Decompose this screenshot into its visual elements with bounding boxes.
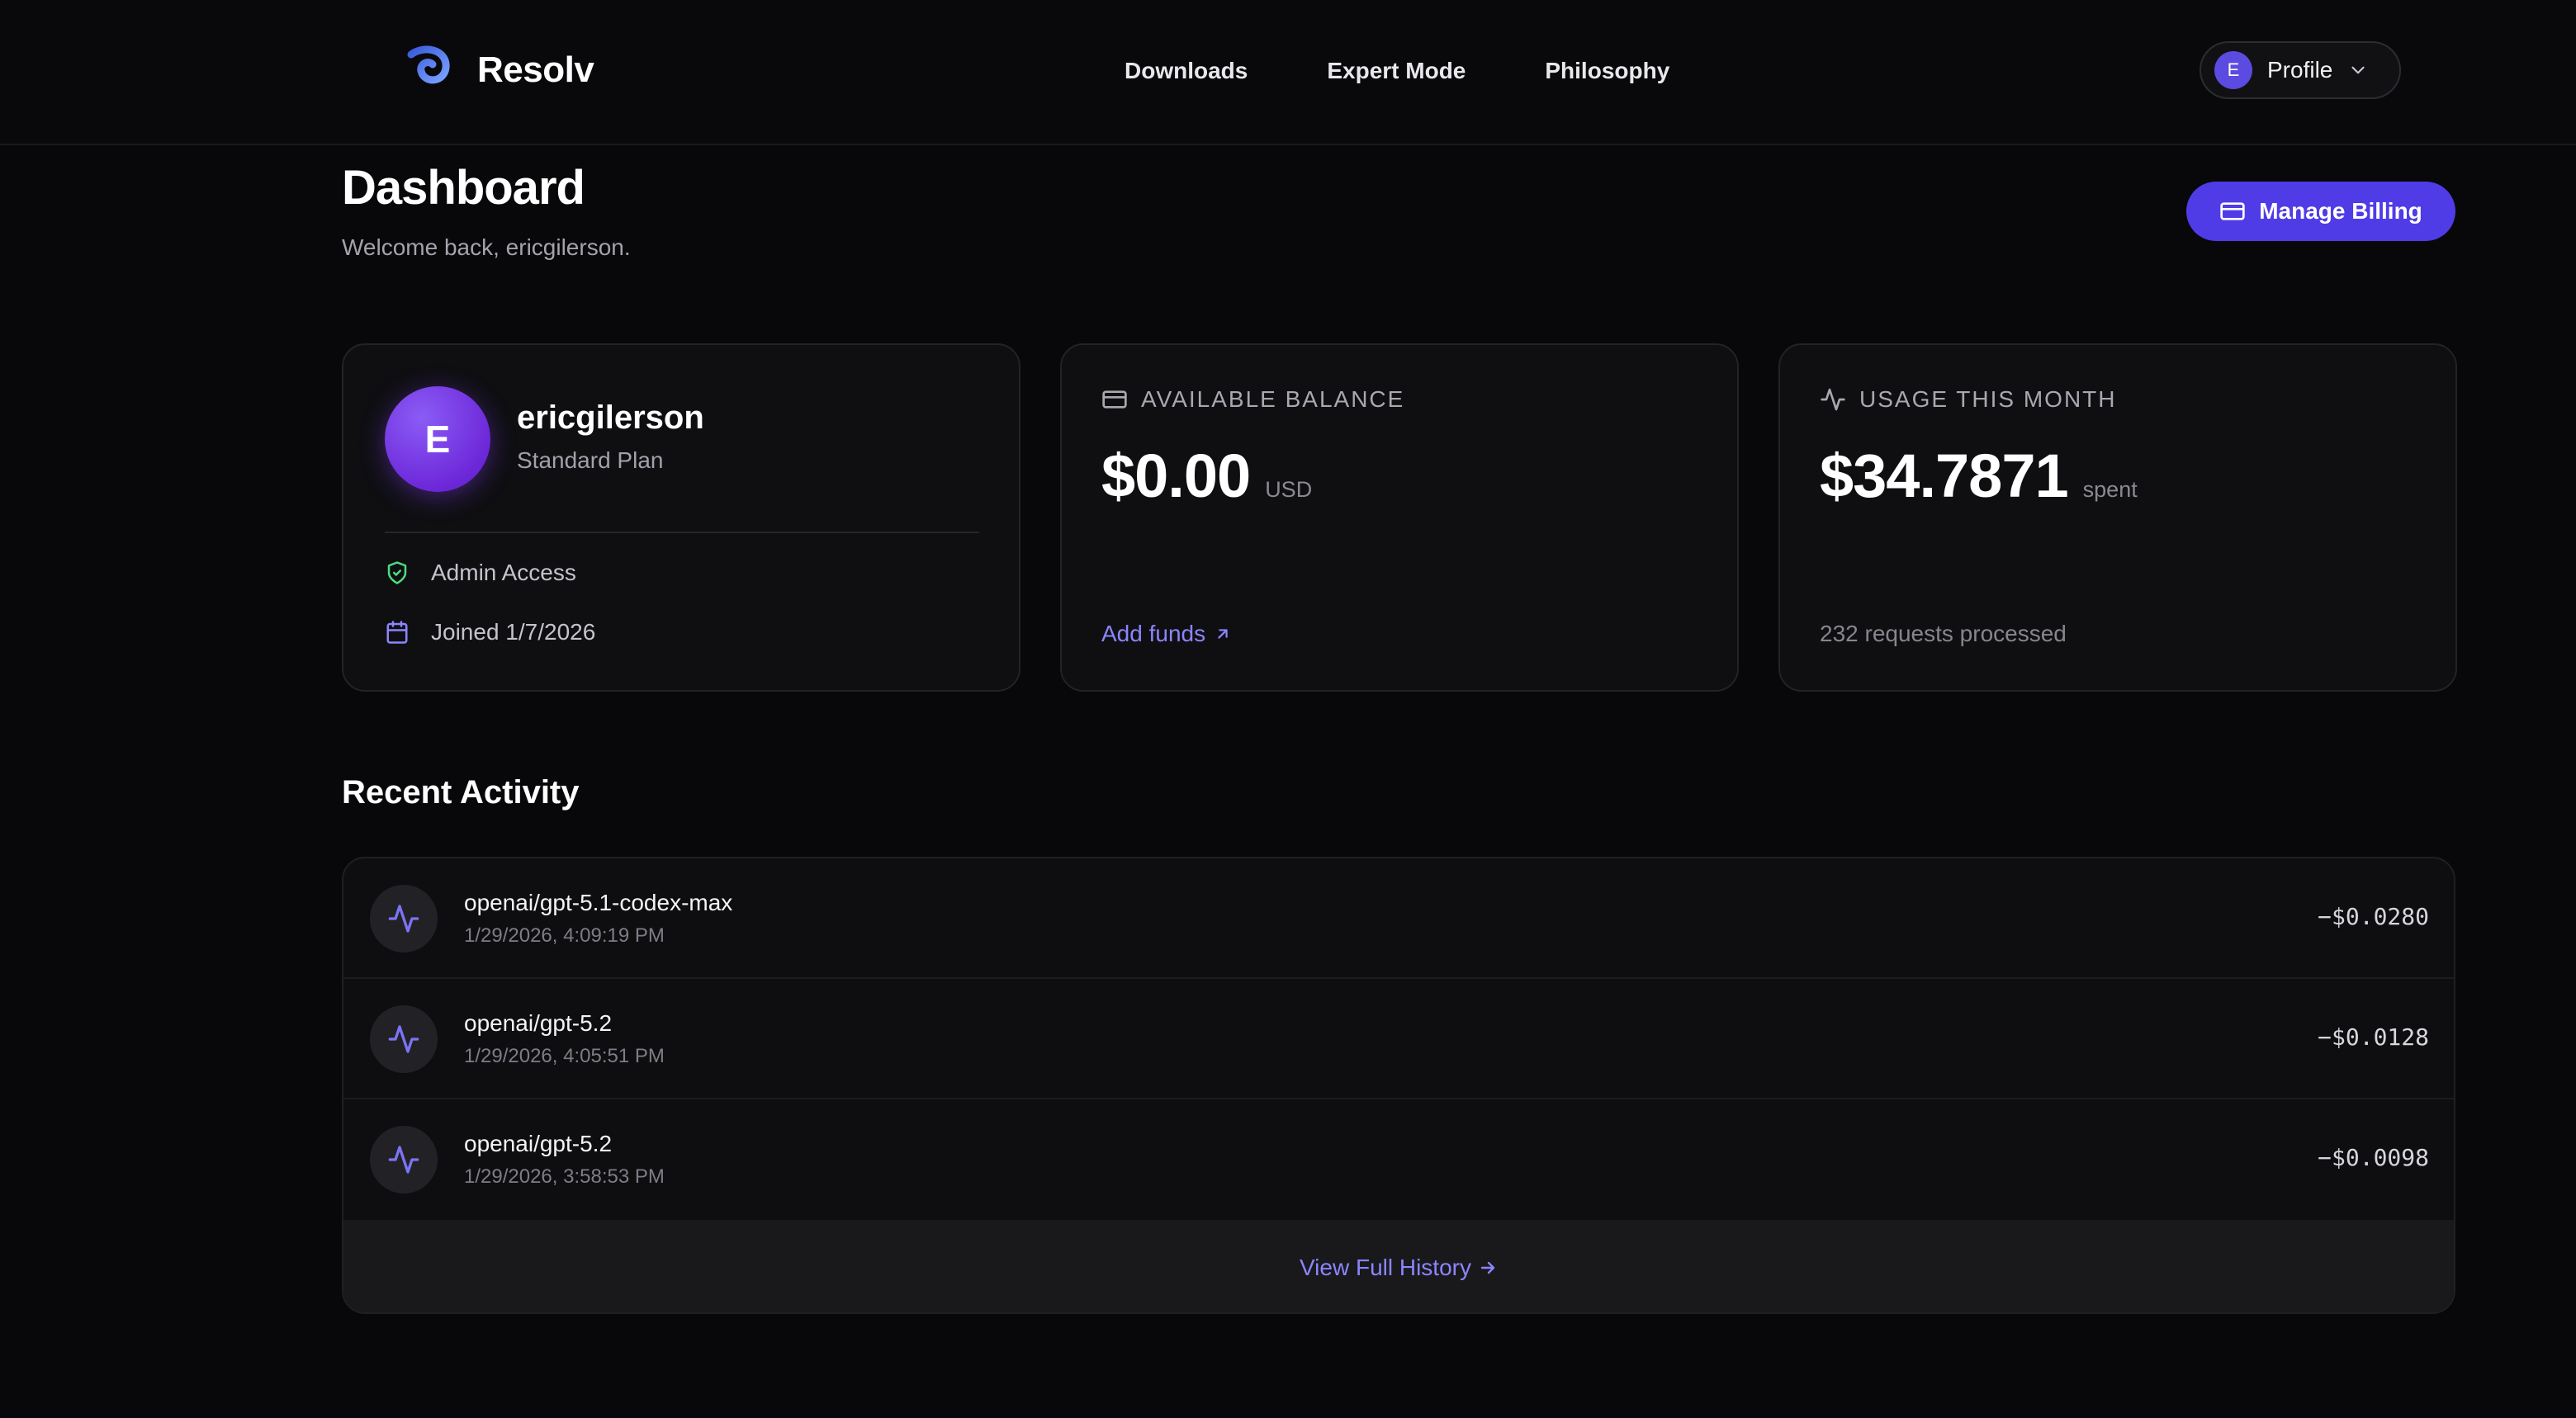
activity-amount: −$0.0280 [2318,903,2429,930]
credit-card-icon [2220,202,2245,220]
username: ericgilerson [517,399,704,436]
access-label: Admin Access [431,560,576,585]
manage-billing-button[interactable]: Manage Billing [2186,182,2455,241]
resolv-logo-icon [407,45,450,97]
usage-amount: $34.7871 [1820,442,2069,510]
usage-heading: USAGE THIS MONTH [1820,386,2117,413]
chevron-down-icon [2351,66,2365,74]
activity-icon [388,1146,419,1174]
add-funds-label: Add funds [1101,621,1206,646]
top-navbar: Resolv Downloads Expert Mode Philosophy … [0,0,2576,145]
avatar: E [2214,51,2252,89]
usage-card: USAGE THIS MONTH $34.7871 spent 232 requ… [1778,343,2457,692]
activity-icon [1821,388,1845,411]
access-level: Admin Access [385,560,576,586]
activity-row[interactable]: openai/gpt-5.2 1/29/2026, 3:58:53 PM −$0… [343,1099,2454,1220]
activity-time: 1/29/2026, 4:09:19 PM [464,924,665,947]
arrow-right-icon [1480,1261,1495,1274]
activity-icon-badge [370,1126,438,1193]
activity-time: 1/29/2026, 4:05:51 PM [464,1045,665,1067]
user-avatar: E [385,386,490,492]
add-funds-link[interactable]: Add funds [1101,621,1232,647]
card-divider [385,532,979,533]
balance-heading: AVAILABLE BALANCE [1101,386,1404,413]
nav-philosophy[interactable]: Philosophy [1545,54,1669,87]
activity-icon-badge [370,885,438,952]
brand-name: Resolv [477,50,594,90]
plan-name: Standard Plan [517,447,664,473]
activity-amount: −$0.0128 [2318,1023,2429,1051]
page-title: Dashboard [342,161,585,215]
activity-row[interactable]: openai/gpt-5.2 1/29/2026, 4:05:51 PM −$0… [343,979,2454,1099]
activity-icon [388,1025,419,1053]
view-full-history-link[interactable]: View Full History [343,1220,2454,1312]
usage-unit: spent [2082,477,2138,502]
account-card: E ericgilerson Standard Plan Admin Acces… [342,343,1020,692]
activity-icon-badge [370,1005,438,1073]
brand-logo-link[interactable]: Resolv [400,43,594,97]
manage-billing-label: Manage Billing [2259,198,2422,224]
arrow-up-right-icon [1218,629,1228,639]
activity-model: openai/gpt-5.2 [464,1131,613,1156]
activity-icon [388,905,419,933]
view-full-history-label: View Full History [1300,1255,1471,1280]
welcome-message: Welcome back, ericgilerson. [342,234,631,260]
activity-row[interactable]: openai/gpt-5.1-codex-max 1/29/2026, 4:09… [343,858,2454,979]
balance-card: AVAILABLE BALANCE $0.00 USD Add funds [1060,343,1739,692]
calendar-icon [386,621,408,644]
join-date: Joined 1/7/2026 [385,619,595,645]
nav-downloads[interactable]: Downloads [1125,54,1248,87]
main-nav: Downloads Expert Mode Philosophy [1125,54,1669,87]
usage-value: $34.7871 spent [1820,441,2138,511]
activity-model: openai/gpt-5.2 [464,1010,613,1036]
activity-model: openai/gpt-5.1-codex-max [464,890,733,915]
credit-card-icon [1102,390,1127,409]
activity-amount: −$0.0098 [2318,1144,2429,1171]
balance-currency: USD [1265,477,1313,502]
activity-time: 1/29/2026, 3:58:53 PM [464,1165,665,1188]
usage-heading-label: USAGE THIS MONTH [1859,386,2117,412]
activity-list: openai/gpt-5.1-codex-max 1/29/2026, 4:09… [342,857,2455,1314]
profile-menu-button[interactable]: E Profile [2200,41,2401,99]
joined-label: Joined 1/7/2026 [431,619,596,645]
nav-expert-mode[interactable]: Expert Mode [1327,54,1466,87]
profile-label: Profile [2267,57,2333,83]
balance-heading-label: AVAILABLE BALANCE [1141,386,1405,412]
recent-activity-title: Recent Activity [342,774,580,811]
balance-amount: $0.00 [1101,442,1251,510]
shield-check-icon [387,561,407,584]
balance-value: $0.00 USD [1101,441,1312,511]
request-count: 232 requests processed [1820,621,2067,646]
